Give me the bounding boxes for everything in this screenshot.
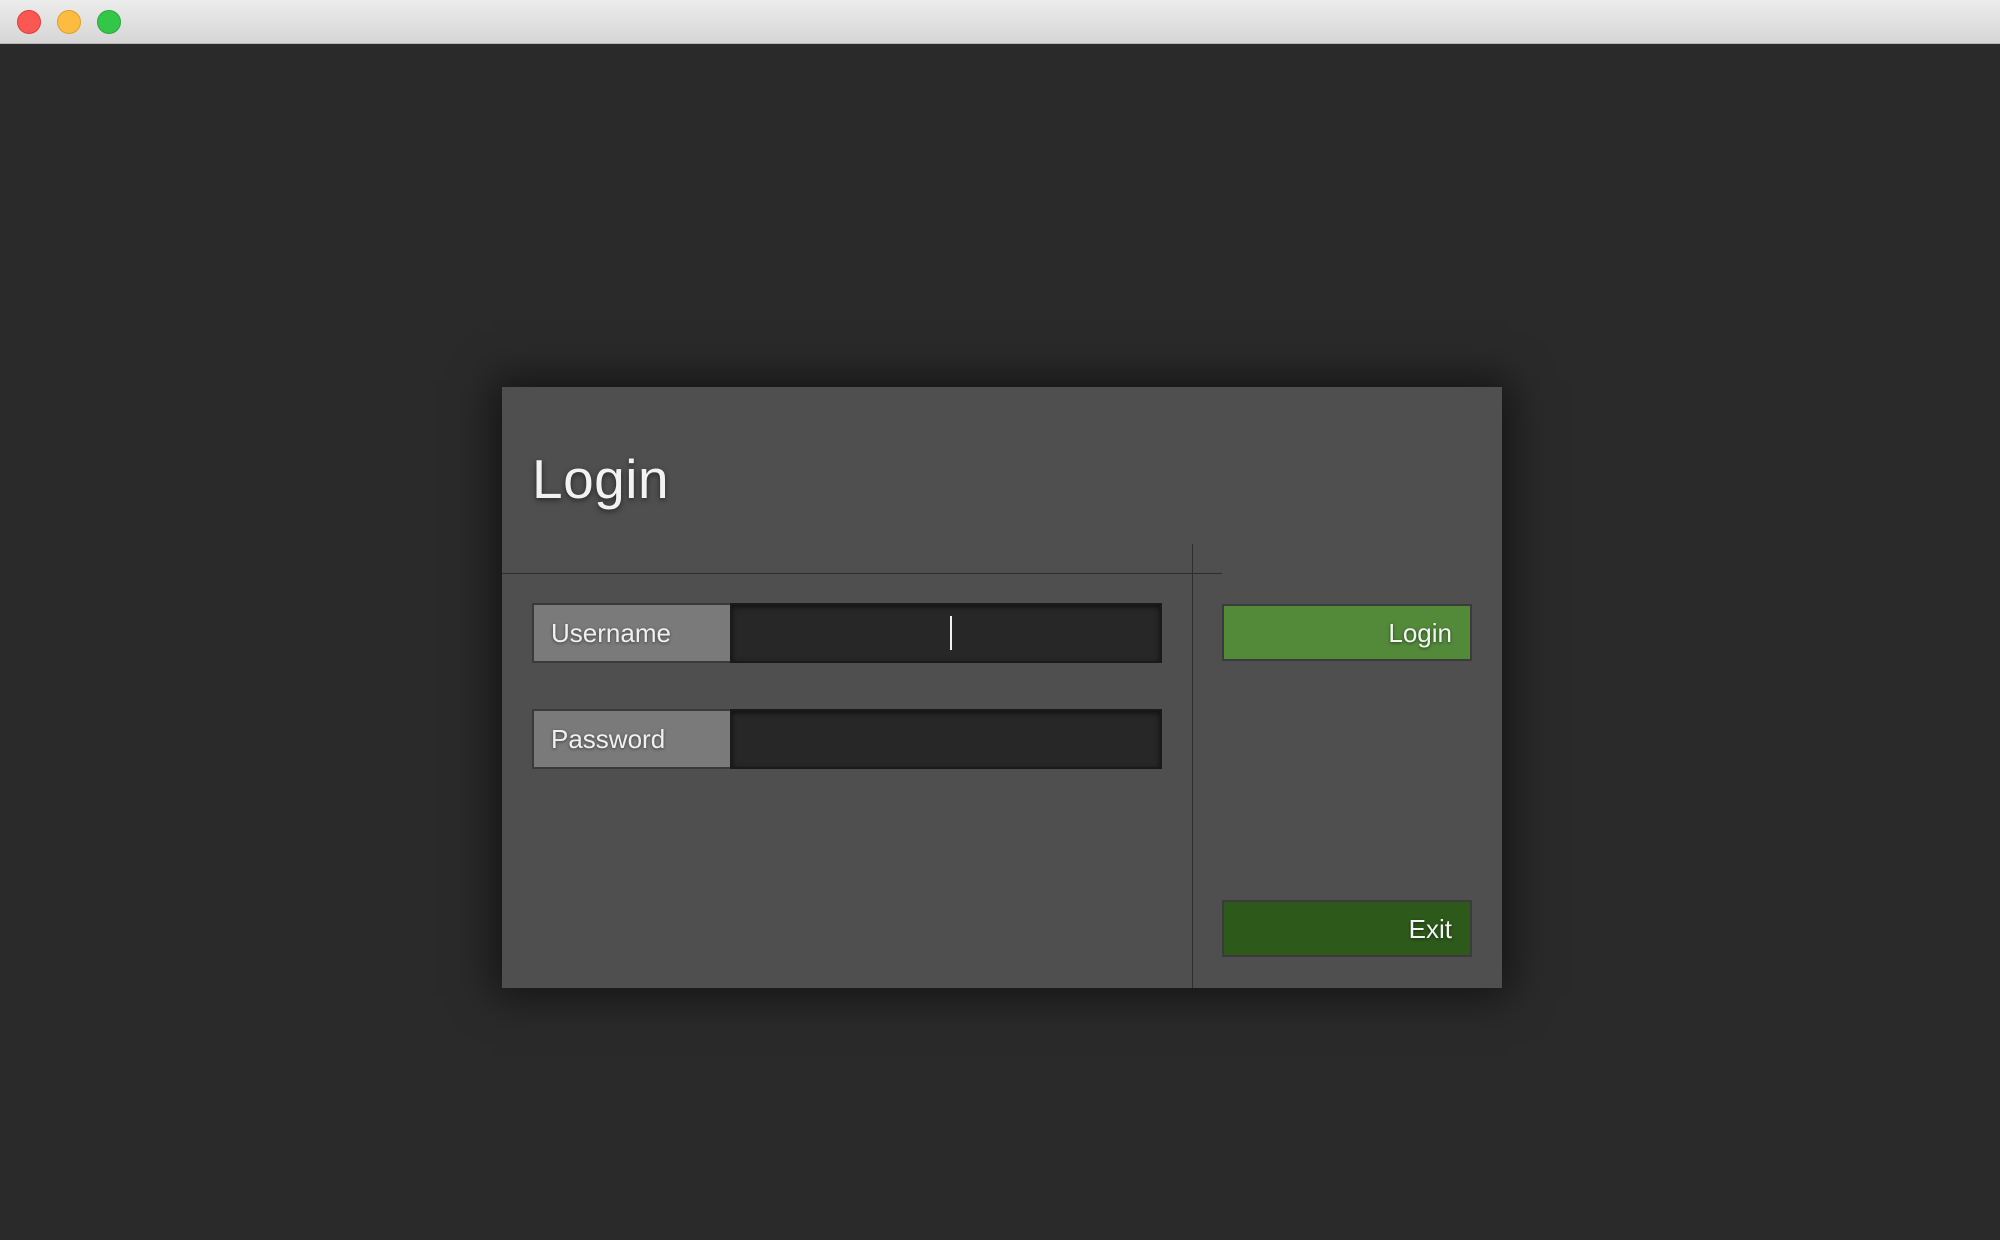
title-bar[interactable] bbox=[0, 0, 2000, 44]
maximize-icon[interactable] bbox=[97, 10, 121, 34]
close-icon[interactable] bbox=[17, 10, 41, 34]
vertical-divider bbox=[1192, 544, 1193, 988]
login-button[interactable]: Login bbox=[1222, 604, 1472, 661]
app-window: Login Username Password Login Exit bbox=[0, 0, 2000, 1240]
password-row: Password bbox=[532, 709, 1162, 769]
exit-button[interactable]: Exit bbox=[1222, 900, 1472, 957]
window-content: Login Username Password Login Exit bbox=[0, 44, 2000, 1240]
username-row: Username bbox=[532, 603, 1162, 663]
text-cursor bbox=[950, 616, 952, 650]
username-input[interactable] bbox=[730, 603, 1162, 663]
password-label: Password bbox=[532, 709, 730, 769]
username-label: Username bbox=[532, 603, 730, 663]
login-dialog: Login Username Password Login Exit bbox=[502, 387, 1502, 988]
password-input[interactable] bbox=[730, 709, 1162, 769]
dialog-title: Login bbox=[532, 448, 670, 510]
horizontal-divider bbox=[502, 573, 1222, 574]
minimize-icon[interactable] bbox=[57, 10, 81, 34]
